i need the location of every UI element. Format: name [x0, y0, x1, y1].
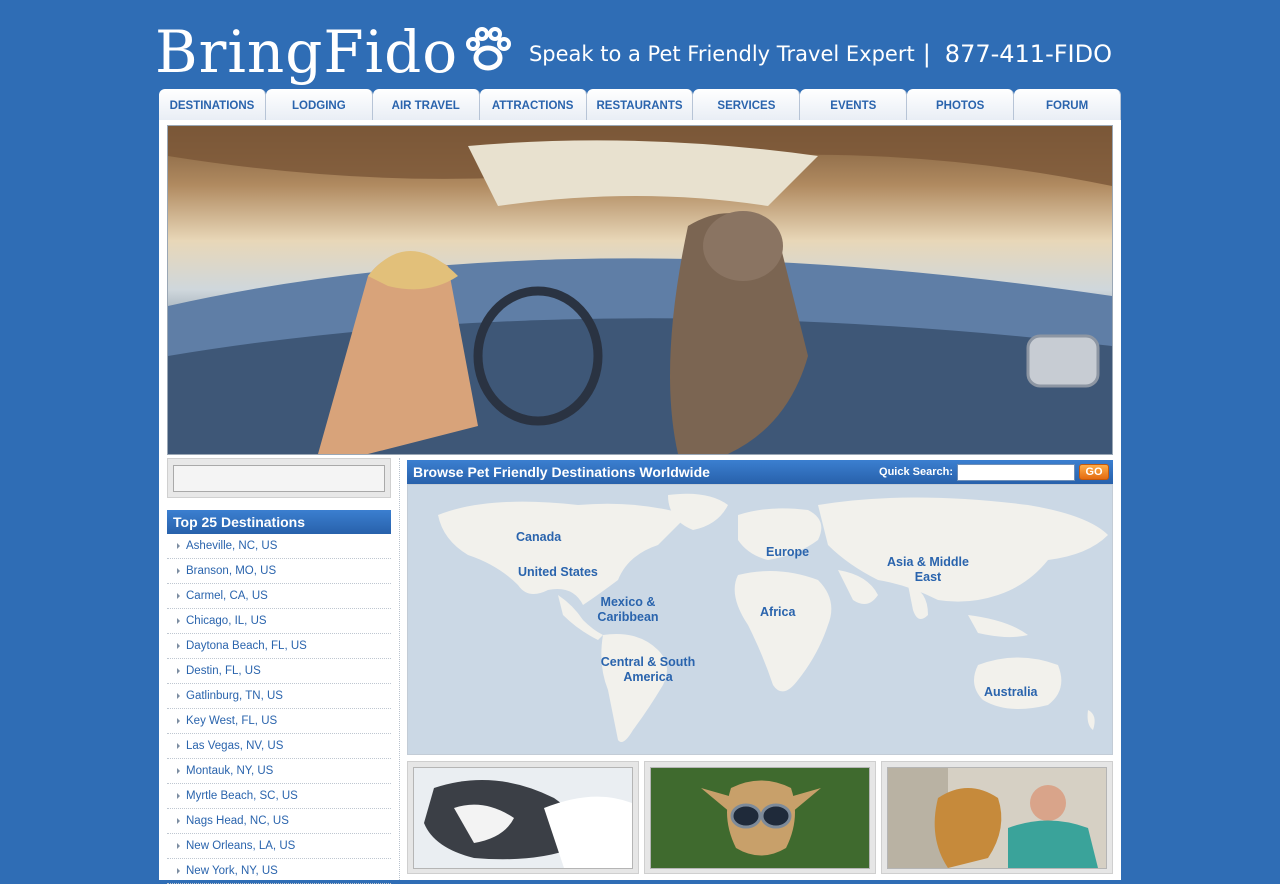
list-item[interactable]: Montauk, NY, US — [167, 759, 391, 784]
list-item[interactable]: New Orleans, LA, US — [167, 834, 391, 859]
bullet-arrow-icon — [177, 768, 180, 774]
region-canada[interactable]: Canada — [516, 530, 561, 545]
bullet-arrow-icon — [177, 693, 180, 699]
browse-header: Browse Pet Friendly Destinations Worldwi… — [407, 460, 1113, 484]
sleeping-dog-photo — [413, 767, 633, 869]
bringfido-logo[interactable]: BringFido — [155, 12, 514, 84]
destination-link[interactable]: Branson, MO, US — [186, 565, 276, 577]
destination-link[interactable]: Key West, FL, US — [186, 715, 277, 727]
list-item[interactable]: Daytona Beach, FL, US — [167, 634, 391, 659]
tab-destinations[interactable]: DESTINATIONS — [159, 89, 266, 120]
bullet-arrow-icon — [177, 793, 180, 799]
list-item[interactable]: Key West, FL, US — [167, 709, 391, 734]
destination-link[interactable]: Daytona Beach, FL, US — [186, 640, 307, 652]
tab-restaurants[interactable]: RESTAURANTS — [586, 89, 694, 120]
list-item[interactable]: Carmel, CA, US — [167, 584, 391, 609]
destination-link[interactable]: Asheville, NC, US — [186, 540, 277, 552]
destination-link[interactable]: Myrtle Beach, SC, US — [186, 790, 298, 802]
list-item[interactable]: Branson, MO, US — [167, 559, 391, 584]
quick-search-input[interactable] — [957, 463, 1075, 481]
tab-attractions[interactable]: ATTRACTIONS — [479, 89, 587, 120]
sidebar-search-input[interactable] — [173, 465, 385, 492]
tab-forum[interactable]: FORUM — [1014, 89, 1122, 120]
hero-image-convertible-dog — [167, 125, 1113, 455]
bullet-arrow-icon — [177, 718, 180, 724]
paw-print-icon — [466, 27, 512, 71]
logo-text: BringFido — [155, 18, 459, 86]
bullet-arrow-icon — [177, 668, 180, 674]
bullet-arrow-icon — [177, 568, 180, 574]
bullet-arrow-icon — [177, 618, 180, 624]
tab-air-travel[interactable]: AIR TRAVEL — [372, 89, 480, 120]
list-item[interactable]: Myrtle Beach, SC, US — [167, 784, 391, 809]
bullet-arrow-icon — [177, 843, 180, 849]
destination-link[interactable]: Las Vegas, NV, US — [186, 740, 283, 752]
list-item[interactable]: Destin, FL, US — [167, 659, 391, 684]
travel-expert-tagline: Speak to a Pet Friendly Travel Expert | … — [529, 40, 1112, 68]
photo-thumbnail[interactable] — [407, 761, 639, 874]
destination-link[interactable]: Carmel, CA, US — [186, 590, 268, 602]
region-europe[interactable]: Europe — [766, 545, 809, 560]
region-asia-middle-east[interactable]: Asia & Middle East — [878, 555, 978, 585]
dog-goggles-photo — [650, 767, 870, 869]
tab-events[interactable]: EVENTS — [800, 89, 908, 120]
bullet-arrow-icon — [177, 543, 180, 549]
list-item[interactable]: Asheville, NC, US — [167, 534, 391, 559]
list-item[interactable]: Nags Head, NC, US — [167, 809, 391, 834]
destination-link[interactable]: Chicago, IL, US — [186, 615, 267, 627]
world-map-shapes — [438, 493, 1108, 743]
column-divider — [399, 458, 400, 880]
region-africa[interactable]: Africa — [760, 605, 795, 620]
list-item[interactable]: Chicago, IL, US — [167, 609, 391, 634]
region-united-states[interactable]: United States — [518, 565, 598, 580]
tab-lodging[interactable]: LODGING — [265, 89, 373, 120]
tagline-separator: | — [922, 40, 931, 68]
top25-list: Asheville, NC, US Branson, MO, US Carmel… — [167, 534, 391, 884]
tab-photos[interactable]: PHOTOS — [907, 89, 1015, 120]
destination-link[interactable]: Nags Head, NC, US — [186, 815, 289, 827]
destination-link[interactable]: Destin, FL, US — [186, 665, 261, 677]
photo-thumbnail[interactable] — [881, 761, 1113, 874]
list-item[interactable]: Las Vegas, NV, US — [167, 734, 391, 759]
bullet-arrow-icon — [177, 643, 180, 649]
quick-search-label: Quick Search: — [879, 466, 953, 478]
browse-title: Browse Pet Friendly Destinations Worldwi… — [413, 464, 710, 480]
sidebar-search-box — [167, 458, 391, 498]
region-mexico-caribbean[interactable]: Mexico & Caribbean — [588, 595, 668, 625]
bullet-arrow-icon — [177, 818, 180, 824]
region-australia[interactable]: Australia — [984, 685, 1038, 700]
tab-services[interactable]: SERVICES — [693, 89, 801, 120]
destination-link[interactable]: New York, NY, US — [186, 865, 278, 877]
list-item[interactable]: New York, NY, US — [167, 859, 391, 884]
tagline-text: Speak to a Pet Friendly Travel Expert — [528, 42, 915, 66]
go-button[interactable]: GO — [1079, 464, 1109, 480]
phone-number[interactable]: 877-411-FIDO — [945, 40, 1112, 68]
photo-thumbnail[interactable] — [644, 761, 876, 874]
bullet-arrow-icon — [177, 743, 180, 749]
top25-header: Top 25 Destinations — [167, 510, 391, 534]
list-item[interactable]: Gatlinburg, TN, US — [167, 684, 391, 709]
main-nav: DESTINATIONS LODGING AIR TRAVEL ATTRACTI… — [159, 89, 1122, 120]
page: BringFido Speak to a Pet Friendly Travel… — [0, 0, 1280, 884]
destination-link[interactable]: Gatlinburg, TN, US — [186, 690, 283, 702]
content-panel: Top 25 Destinations Asheville, NC, US Br… — [159, 120, 1121, 884]
bullet-arrow-icon — [177, 868, 180, 874]
bullet-arrow-icon — [177, 593, 180, 599]
destination-link[interactable]: New Orleans, LA, US — [186, 840, 295, 852]
vet-golden-retriever-photo — [887, 767, 1107, 869]
region-central-south-america[interactable]: Central & South America — [598, 655, 698, 685]
destination-link[interactable]: Montauk, NY, US — [186, 765, 273, 777]
world-map[interactable]: Canada United States Mexico & Caribbean … — [407, 484, 1113, 755]
